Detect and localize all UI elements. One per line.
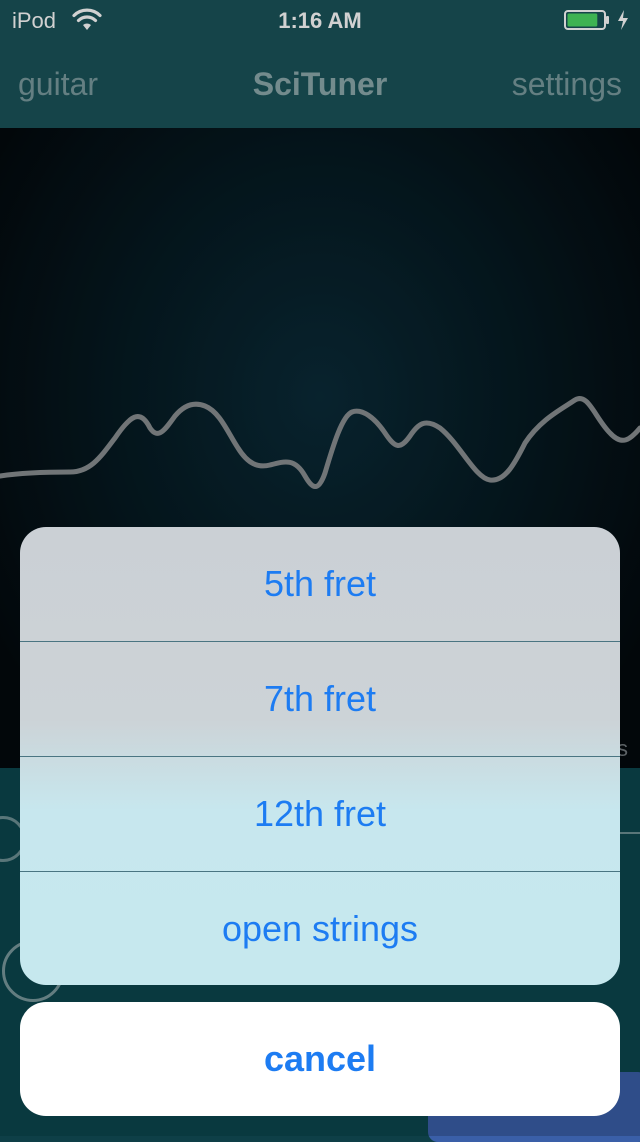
cancel-button[interactable]: cancel [20, 1002, 620, 1116]
fret-action-sheet: 5th fret 7th fret 12th fret open strings [20, 527, 620, 985]
option-5th-fret[interactable]: 5th fret [20, 527, 620, 641]
option-12th-fret[interactable]: 12th fret [20, 757, 620, 871]
option-7th-fret[interactable]: 7th fret [20, 642, 620, 756]
option-open-strings[interactable]: open strings [20, 872, 620, 985]
